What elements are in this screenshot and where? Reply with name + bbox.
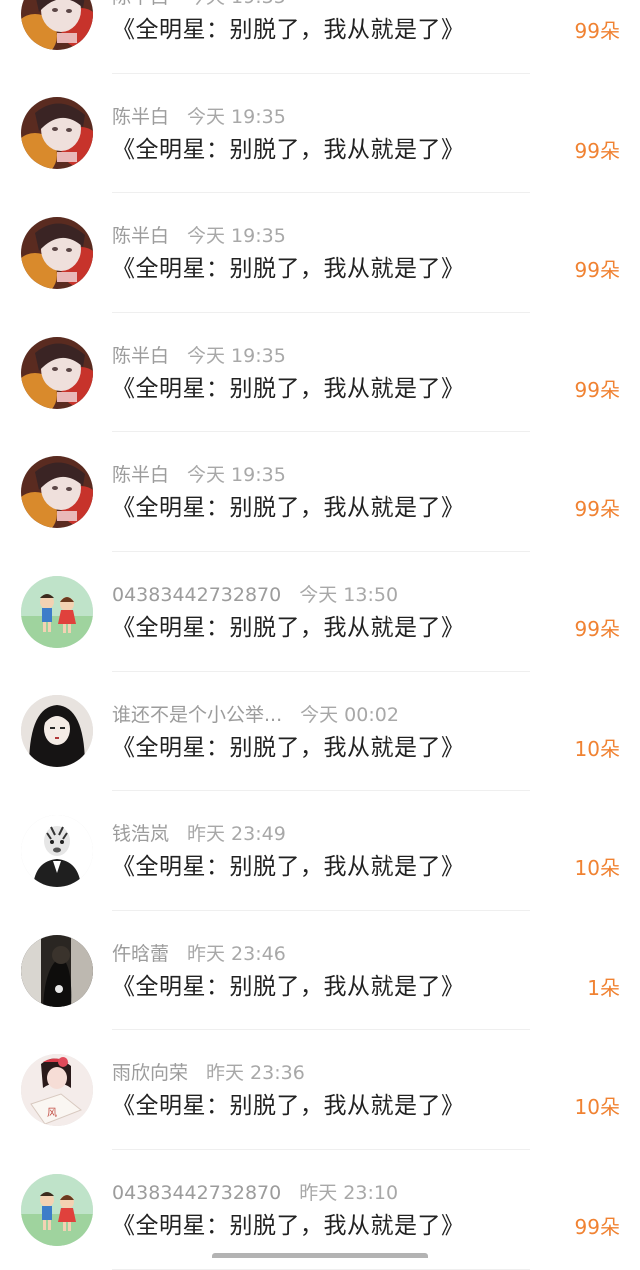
user-name[interactable]: 仵晗蕾: [112, 942, 169, 966]
item-meta: 陈半白今天 19:35: [112, 224, 286, 248]
flower-count: 10朵: [574, 1095, 620, 1120]
timestamp: 今天 19:35: [187, 225, 286, 248]
timestamp: 今天 19:35: [187, 0, 286, 9]
timestamp: 昨天 23:46: [187, 942, 286, 965]
flower-count: 99朵: [574, 19, 620, 43]
list-item-2[interactable]: 陈半白 今天 19:35 《全明星：别脱了，我从就是了》 99朵: [0, 193, 640, 313]
item-meta: 陈半白 今天 19:35: [112, 0, 286, 9]
item-title: 《全明星：别脱了，我从就是了》: [112, 375, 465, 402]
list-item-8[interactable]: 仵晗蕾 昨天 23:46 《全明星：别脱了，我从就是了》 1朵: [0, 911, 640, 1031]
item-title: 《全明星：别脱了，我从就是了》: [112, 854, 465, 881]
timestamp: 今天 00:02: [300, 703, 399, 726]
item-title: 《全明星：别脱了，我从就是了》: [112, 136, 465, 163]
girl-selfie-avatar[interactable]: [21, 97, 93, 170]
item-title: 《全明星：别脱了，我从就是了》: [112, 614, 465, 641]
timestamp: 昨天 23:10: [299, 1181, 399, 1204]
user-name[interactable]: 陈半白: [112, 344, 169, 368]
timestamp: 今天 19:35: [187, 344, 286, 367]
user-name[interactable]: 陈半白: [112, 0, 169, 9]
tiger-suit-avatar[interactable]: [21, 814, 93, 887]
list-item-9[interactable]: 风 雨欣向荣 昨天 23:36 《全明星：别脱了，我从就是了》 10朵: [0, 1030, 640, 1150]
user-name[interactable]: 陈半白: [112, 105, 169, 129]
item-meta: 陈半白今天 19:35: [112, 105, 286, 129]
flower-count: 99朵: [574, 138, 620, 163]
timestamp: 昨天 23:49: [187, 823, 286, 846]
flower-count: 1朵: [587, 975, 620, 1000]
item-title: 《全明星：别脱了，我从就是了》: [112, 1212, 465, 1239]
user-name[interactable]: 谁还不是个小公举...: [112, 703, 282, 727]
timestamp: 今天 19:35: [187, 105, 286, 128]
girl-selfie-avatar[interactable]: [21, 0, 93, 50]
girl-selfie-avatar[interactable]: [21, 456, 93, 529]
list-item-4[interactable]: 陈半白 今天 19:35 《全明星：别脱了，我从就是了》 99朵: [0, 432, 640, 552]
user-name[interactable]: 04383442732870: [112, 1181, 281, 1205]
gift-list: 陈半白今天 19:35 《全明星：别脱了，我从就是了》 99朵 陈半白今天 19…: [0, 0, 640, 1270]
list-item-7[interactable]: 钱浩岚 昨天 23:49 《全明星：别脱了，我从就是了》 10朵: [0, 791, 640, 911]
list-item-0[interactable]: 陈半白 今天 19:35 《全明星：别脱了，我从就是了》 99朵: [0, 0, 640, 74]
user-name[interactable]: 陈半白: [112, 463, 169, 487]
timestamp: 今天 13:50: [299, 583, 399, 606]
girl-selfie-avatar[interactable]: [21, 336, 93, 409]
item-title: 《全明星：别脱了，我从就是了》: [112, 1093, 465, 1120]
flower-count: 99朵: [574, 497, 620, 522]
item-meta: 雨欣向荣 昨天 23:36: [112, 1061, 305, 1085]
home-indicator: [212, 1253, 428, 1258]
item-title: 《全明星：别脱了，我从就是了》: [112, 495, 465, 522]
svg-text:风: 风: [47, 1107, 57, 1119]
flower-count: 10朵: [574, 736, 620, 761]
item-title: 《全明星：别脱了，我从就是了》: [112, 256, 465, 283]
item-title: 《全明星：别脱了，我从就是了》: [112, 973, 465, 1000]
item-title: 《全明星：别脱了，我从就是了》: [112, 734, 465, 761]
user-name[interactable]: 04383442732870: [112, 583, 281, 607]
item-title: 《全明星：别脱了，我从就是了》: [112, 17, 465, 43]
flower-count: 99朵: [574, 377, 620, 402]
dark-photo-avatar[interactable]: [21, 934, 93, 1007]
girl-selfie-avatar[interactable]: [21, 216, 93, 289]
cartoon-kids-avatar[interactable]: [21, 575, 93, 648]
flower-count: 99朵: [574, 616, 620, 641]
user-name[interactable]: 钱浩岚: [112, 822, 169, 846]
list-item-5[interactable]: 04383442732870 今天 13:50 《全明星：别脱了，我从就是了》 9…: [0, 552, 640, 672]
timestamp: 昨天 23:36: [206, 1062, 305, 1085]
divider: [112, 1268, 530, 1270]
list-item-6[interactable]: 谁还不是个小公举... 今天 00:02 《全明星：别脱了，我从就是了》 10朵: [0, 672, 640, 792]
painted-girl-avatar[interactable]: 风: [21, 1054, 93, 1127]
user-name[interactable]: 陈半白: [112, 224, 169, 248]
item-meta: 陈半白今天 19:35: [112, 463, 286, 487]
anime-girl-avatar[interactable]: [21, 695, 93, 768]
list-item-1[interactable]: 陈半白 今天 19:35 《全明星：别脱了，我从就是了》 99朵: [0, 74, 640, 194]
cartoon-kids-avatar[interactable]: [21, 1173, 93, 1246]
flower-count: 99朵: [574, 1214, 620, 1239]
timestamp: 今天 19:35: [187, 464, 286, 487]
list-item-10[interactable]: 04383442732870 昨天 23:10 《全明星：别脱了，我从就是了》 9…: [0, 1150, 640, 1270]
item-meta: 04383442732870 昨天 23:10: [112, 1181, 398, 1205]
item-meta: 仵晗蕾 昨天 23:46: [112, 942, 286, 966]
list-item-3[interactable]: 陈半白 今天 19:35 《全明星：别脱了，我从就是了》 99朵: [0, 313, 640, 433]
item-meta: 04383442732870 今天 13:50: [112, 583, 398, 607]
item-meta: 钱浩岚 昨天 23:49: [112, 822, 286, 846]
item-meta: 陈半白今天 19:35: [112, 344, 286, 368]
user-name[interactable]: 雨欣向荣: [112, 1061, 188, 1085]
flower-count: 99朵: [574, 258, 620, 283]
item-meta: 谁还不是个小公举... 今天 00:02: [112, 703, 399, 727]
flower-count: 10朵: [574, 856, 620, 881]
